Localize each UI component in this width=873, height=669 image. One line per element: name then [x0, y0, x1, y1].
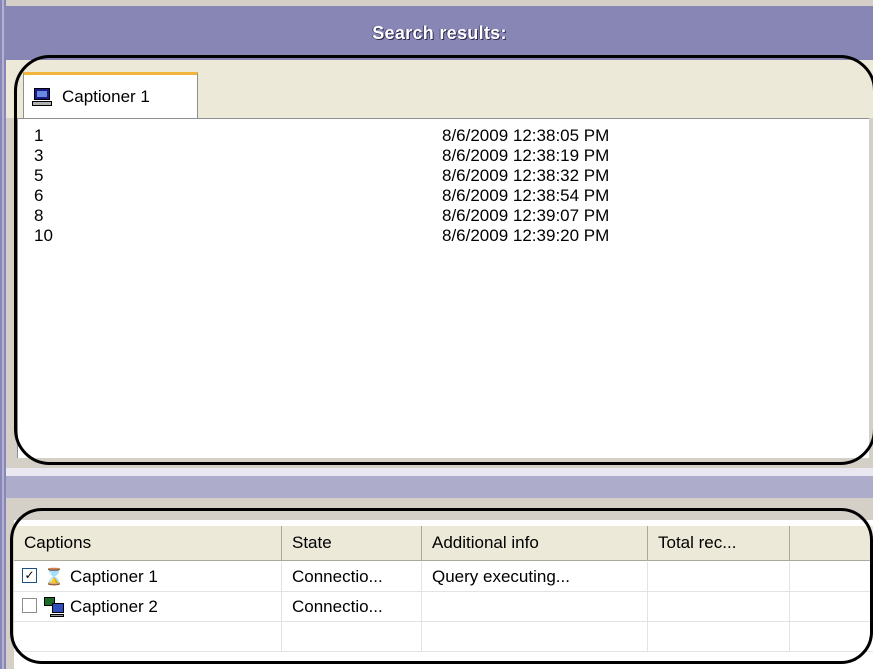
- splitter-bar[interactable]: [6, 476, 873, 498]
- column-header-state[interactable]: State: [282, 526, 422, 560]
- table-row: [14, 622, 873, 652]
- total-records-cell: [648, 562, 790, 591]
- result-id: 3: [34, 146, 44, 165]
- tab-captioner-1[interactable]: Captioner 1: [23, 72, 198, 118]
- grid-header: Captions State Additional info Total rec…: [14, 526, 873, 561]
- additional-info-cell: Query executing...: [422, 562, 648, 591]
- caption-label: Captioner 1: [70, 567, 158, 586]
- result-time: 8/6/2009 12:38:54 PM: [442, 186, 610, 205]
- total-records-cell: [648, 592, 790, 621]
- list-item[interactable]: 3 8/6/2009 12:38:19 PM: [34, 146, 854, 166]
- column-header-captions[interactable]: Captions: [14, 526, 282, 560]
- column-header-additional-info[interactable]: Additional info: [422, 526, 648, 560]
- list-item[interactable]: 5 8/6/2009 12:38:32 PM: [34, 166, 854, 186]
- list-item[interactable]: 1 8/6/2009 12:38:05 PM: [34, 126, 854, 146]
- state-cell: Connectio...: [282, 592, 422, 621]
- result-id: 5: [34, 166, 44, 185]
- network-computer-icon: [44, 596, 64, 617]
- search-results-title: Search results:: [372, 22, 507, 43]
- search-results-header: Search results:: [6, 6, 873, 60]
- result-id: 1: [34, 126, 44, 145]
- list-item[interactable]: 6 8/6/2009 12:38:54 PM: [34, 186, 854, 206]
- captioner-2-checkbox[interactable]: [22, 598, 37, 613]
- result-time: 8/6/2009 12:38:32 PM: [442, 166, 610, 185]
- additional-info-cell: [422, 592, 648, 621]
- caption-cell: Captioner 2: [14, 592, 282, 621]
- result-time: 8/6/2009 12:39:07 PM: [442, 206, 610, 225]
- tab-label: Captioner 1: [62, 86, 150, 106]
- table-row[interactable]: ✓ ⌛ Captioner 1 Connectio... Query execu…: [14, 562, 873, 592]
- list-item[interactable]: 8 8/6/2009 12:39:07 PM: [34, 206, 854, 226]
- result-id: 10: [34, 226, 53, 245]
- result-id: 6: [34, 186, 44, 205]
- caption-cell: ✓ ⌛ Captioner 1: [14, 562, 282, 591]
- result-time: 8/6/2009 12:38:19 PM: [442, 146, 610, 165]
- caption-label: Captioner 2: [70, 597, 158, 616]
- empty-cell: [282, 622, 422, 651]
- state-cell: Connectio...: [282, 562, 422, 591]
- computer-icon: [32, 87, 52, 107]
- list-item[interactable]: 10 8/6/2009 12:39:20 PM: [34, 226, 854, 246]
- result-id: 8: [34, 206, 44, 225]
- splitter-gap: [6, 498, 873, 504]
- hourglass-icon: ⌛: [44, 567, 64, 586]
- empty-cell: [648, 622, 790, 651]
- result-time: 8/6/2009 12:38:05 PM: [442, 126, 610, 145]
- splitter-highlight: [6, 468, 873, 476]
- empty-cell: [14, 622, 282, 651]
- captioner-1-checkbox[interactable]: ✓: [22, 568, 37, 583]
- result-time: 8/6/2009 12:39:20 PM: [442, 226, 610, 245]
- empty-cell: [422, 622, 648, 651]
- table-row[interactable]: Captioner 2 Connectio...: [14, 592, 873, 622]
- column-header-total-records[interactable]: Total rec...: [648, 526, 790, 560]
